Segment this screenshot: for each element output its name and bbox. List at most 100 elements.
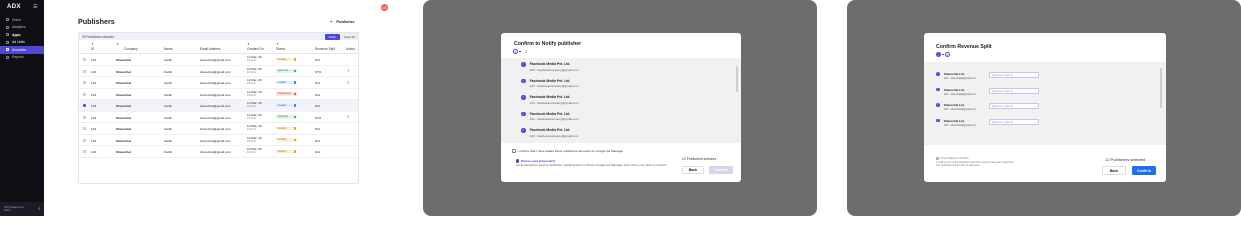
col-header-company[interactable]: Company bbox=[124, 47, 138, 51]
filter-icon[interactable]: ▼ bbox=[247, 42, 250, 46]
publisher-name: Facebook Media Pvt. Ltd. bbox=[529, 128, 571, 132]
status-dropdown-icon[interactable] bbox=[293, 69, 297, 73]
scrollbar[interactable] bbox=[1160, 68, 1162, 108]
edit-icon[interactable]: ✎ bbox=[347, 69, 350, 73]
row-checkbox[interactable] bbox=[83, 115, 87, 119]
sidebar-item-reports[interactable]: Reports bbox=[0, 54, 44, 62]
revenue-item[interactable]: ✓ Sharechat Ltd. 123 - sharechat@gmail.com bbox=[936, 72, 976, 80]
table-row[interactable]: 123 Sharechat Kartik sharechat@gmail.com 12 … bbox=[79, 112, 358, 123]
col-header-email[interactable]: Email Address bbox=[200, 47, 220, 51]
publisher-email: 123 - facebookcompany@gmail.com bbox=[529, 84, 579, 89]
table-row[interactable]: 123 Sharechat Kartik sharechat@gmail.com 12 … bbox=[79, 100, 358, 112]
sidebar-item-label: Accounts bbox=[12, 47, 26, 52]
status-dropdown-icon[interactable] bbox=[293, 104, 297, 107]
revenue-item[interactable]: ✓ Sharechat Ltd. 123 - sharechat@gmail.com bbox=[936, 87, 976, 96]
publisher-item[interactable]: ✓ Facebook Media Pvt. Ltd. 123 - facebookc… bbox=[521, 95, 578, 105]
status-dropdown-icon[interactable] bbox=[293, 92, 297, 96]
home-icon bbox=[6, 18, 9, 22]
status-dropdown-icon[interactable] bbox=[293, 58, 297, 61]
publisher-item[interactable]: ✓ Facebook Media Pvt. Ltd. 123 - facebookc… bbox=[521, 78, 579, 89]
checked-icon[interactable]: ✓ bbox=[521, 111, 526, 117]
table-row[interactable]: 123 Sharechat Kartik sharechat@gmail.com 12 … bbox=[79, 89, 358, 100]
menu-icon[interactable]: ☰ bbox=[33, 4, 37, 10]
sidebar-item-home[interactable]: Home bbox=[0, 16, 44, 24]
revenue-item[interactable]: ✓ Sharechat Ltd. 123 - sharechat@gmail.com bbox=[936, 118, 976, 127]
row-checkbox[interactable] bbox=[83, 69, 87, 73]
edit-icon[interactable]: ✎ bbox=[347, 115, 350, 119]
status-dropdown-icon[interactable] bbox=[293, 138, 297, 142]
checked-icon[interactable]: ✓ bbox=[521, 62, 526, 67]
status-dropdown-icon[interactable] bbox=[293, 127, 297, 130]
scrollbar[interactable] bbox=[736, 66, 738, 92]
col-header-status[interactable]: Status bbox=[276, 47, 285, 51]
table-row[interactable]: 123 Sharechat Kartik sharechat@gmail.com 12 … bbox=[79, 135, 358, 146]
row-checkbox[interactable] bbox=[83, 92, 87, 96]
row-checkbox[interactable] bbox=[83, 138, 87, 142]
revenue-split-select[interactable]: Revenue Split % ⌄ bbox=[989, 118, 1039, 125]
checked-icon[interactable]: ✓ bbox=[521, 78, 526, 84]
cell-email: sharechat@gmail.com bbox=[200, 92, 231, 97]
publisher-email: 123 - sharechat@gmail.com bbox=[943, 108, 977, 111]
cell-company: Sharechat bbox=[116, 127, 131, 131]
checked-icon[interactable]: ✓ bbox=[521, 128, 526, 133]
add-publisher-button[interactable]: + Publisher bbox=[330, 19, 355, 24]
sidebar-item-apps[interactable]: Apps bbox=[0, 31, 44, 39]
revenue-split-select[interactable]: Revenue Split % ⌄ bbox=[989, 87, 1039, 94]
row-checkbox[interactable] bbox=[83, 104, 87, 108]
confirm-checkbox-row[interactable]: I confirm that i have added these publis… bbox=[512, 149, 623, 153]
back-button[interactable]: Back bbox=[1102, 166, 1126, 175]
revenue-item[interactable]: ✓ Sharechat Ltd. 123 - sharechat@gmail.com bbox=[936, 103, 976, 111]
publisher-name: Facebook Media Pvt. Ltd. bbox=[529, 62, 571, 66]
table-row[interactable]: 123 Sharechat Kartik sharechat@gmail.com 12 … bbox=[79, 77, 358, 89]
clear-all-button[interactable]: Clear All bbox=[344, 35, 355, 39]
publisher-item[interactable]: ✓ Facebook Media Pvt. Ltd. 123 - facebookc… bbox=[521, 111, 578, 121]
notify-button[interactable]: Notify bbox=[324, 33, 340, 40]
cell-revenue-split: N/A bbox=[315, 104, 321, 108]
table-body: 123 Sharechat Kartik sharechat@gmail.com 12 … bbox=[79, 54, 358, 158]
status-dropdown-icon[interactable] bbox=[293, 81, 297, 84]
status-dropdown-icon[interactable] bbox=[293, 115, 297, 119]
edit-icon[interactable]: ✎ bbox=[347, 81, 350, 85]
checked-icon[interactable]: ✓ bbox=[936, 103, 940, 107]
sidebar-item-analytics[interactable]: Analytics bbox=[0, 24, 44, 32]
filter-icon[interactable]: ▼ bbox=[276, 42, 279, 46]
checked-icon[interactable]: ✓ bbox=[521, 95, 526, 100]
row-checkbox[interactable] bbox=[83, 150, 87, 154]
publisher-name: Facebook Media Pvt. Ltd. bbox=[529, 78, 571, 83]
collapse-icon[interactable]: ‹ bbox=[38, 206, 40, 212]
sidebar-item-ad-units[interactable]: Ad Units bbox=[0, 39, 44, 47]
table-row[interactable]: 123 Sharechat Kartik sharechat@gmail.com 12 … bbox=[79, 66, 358, 77]
cell-revenue-split: 67% bbox=[315, 69, 322, 74]
row-checkbox[interactable] bbox=[83, 81, 87, 85]
filter-icon[interactable]: ▼ bbox=[116, 42, 119, 46]
confirm-checkbox[interactable] bbox=[512, 149, 516, 153]
checked-icon[interactable]: ✓ bbox=[936, 72, 940, 76]
row-checkbox[interactable] bbox=[83, 58, 87, 62]
table-row[interactable]: 123 Sharechat Kartik sharechat@gmail.com 12 … bbox=[79, 123, 358, 135]
filter-icon[interactable]: ▼ bbox=[91, 42, 94, 46]
col-header-name[interactable]: Name bbox=[164, 47, 173, 51]
col-header-created-on[interactable]: Created On bbox=[247, 47, 263, 51]
confirm-button[interactable]: Confirm bbox=[709, 166, 733, 174]
revenue-split-select[interactable]: Revenue Split % ⌄ bbox=[989, 103, 1039, 109]
confirm-checkbox-label: I confirm that i have added these publis… bbox=[517, 149, 624, 153]
confirm-button[interactable]: Confirm bbox=[1132, 166, 1156, 175]
col-header-id[interactable]: ID bbox=[91, 47, 94, 51]
publisher-item[interactable]: ✓ Facebook Media Pvt. Ltd. 123 - facebookc… bbox=[521, 128, 578, 138]
col-header-revenue-split[interactable]: Revenue Split bbox=[315, 47, 335, 51]
chevron-down-icon: ⌄ bbox=[1033, 104, 1036, 108]
note-body: An Email will be send to publisher notif… bbox=[516, 163, 668, 168]
cell-id: 123 bbox=[91, 127, 97, 131]
revenue-split-select[interactable]: Revenue Split % ⌄ bbox=[989, 72, 1039, 78]
table-row[interactable]: 123 Sharechat Kartik sharechat@gmail.com 12 … bbox=[79, 54, 358, 66]
publisher-email: 123 - facebookcompany@gmail.com bbox=[529, 67, 579, 72]
checked-icon[interactable]: ✓ bbox=[936, 118, 940, 123]
table-row[interactable]: 123 Sharechat Kartik sharechat@gmail.com 12 … bbox=[79, 146, 358, 158]
cell-id: 123 bbox=[91, 92, 97, 97]
row-checkbox[interactable] bbox=[83, 127, 87, 131]
back-button[interactable]: Back bbox=[682, 166, 704, 174]
status-dropdown-icon[interactable] bbox=[293, 150, 297, 153]
publisher-item[interactable]: ✓ Facebook Media Pvt. Ltd. 123 - facebookc… bbox=[521, 62, 578, 72]
checked-icon[interactable]: ✓ bbox=[936, 87, 940, 92]
sidebar-item-accounts[interactable]: Accounts bbox=[0, 46, 44, 54]
